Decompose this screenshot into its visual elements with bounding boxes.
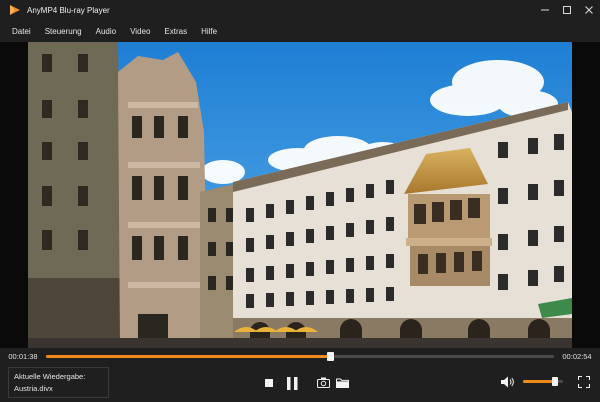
maximize-button[interactable] — [556, 0, 578, 20]
now-playing-file: Austria.divx — [14, 384, 53, 393]
maximize-icon — [563, 6, 571, 14]
volume-button[interactable] — [500, 374, 516, 390]
speaker-icon — [501, 376, 514, 388]
controls-bar: Aktuelle Wiedergabe: Austria.divx — [0, 364, 600, 402]
minimize-icon — [541, 9, 549, 11]
progress-fill — [46, 354, 331, 358]
now-playing-box: Aktuelle Wiedergabe: Austria.divx — [8, 367, 109, 398]
total-time: 00:02:54 — [562, 351, 592, 361]
stop-button[interactable] — [262, 376, 276, 390]
progress-slider[interactable] — [46, 351, 554, 361]
now-playing-label: Aktuelle Wiedergabe: — [14, 372, 86, 381]
menu-hilfe[interactable]: Hilfe — [201, 27, 217, 36]
progress-row: 00:01:38 00:02:54 — [0, 348, 600, 364]
menu-datei[interactable]: Datei — [12, 27, 31, 36]
app-logo-icon — [10, 5, 20, 15]
volume-slider[interactable] — [523, 377, 563, 386]
close-button[interactable] — [578, 0, 600, 20]
menu-bar: Datei Steuerung Audio Video Extras Hilfe — [0, 20, 600, 42]
close-icon — [585, 6, 593, 14]
minimize-button[interactable] — [534, 0, 556, 20]
pause-icon — [286, 376, 297, 390]
window-controls — [534, 0, 600, 20]
camera-icon — [317, 377, 330, 388]
pause-button[interactable] — [284, 374, 300, 392]
fullscreen-button[interactable] — [576, 374, 592, 390]
elapsed-time: 00:01:38 — [8, 351, 38, 361]
folder-icon — [336, 378, 349, 388]
progress-thumb[interactable] — [326, 351, 334, 361]
fullscreen-icon — [578, 376, 590, 388]
window-title: AnyMP4 Blu-ray Player — [27, 5, 110, 15]
menu-audio[interactable]: Audio — [96, 27, 116, 36]
video-area[interactable] — [0, 42, 600, 348]
title-bar: AnyMP4 Blu-ray Player — [0, 0, 600, 20]
menu-extras[interactable]: Extras — [164, 27, 187, 36]
menu-video[interactable]: Video — [130, 27, 150, 36]
video-image — [28, 42, 572, 348]
open-folder-button[interactable] — [335, 375, 350, 390]
stop-icon — [265, 379, 273, 387]
volume-fill — [523, 380, 555, 383]
menu-steuerung[interactable]: Steuerung — [45, 27, 82, 36]
video-frame[interactable] — [28, 42, 572, 348]
snapshot-button[interactable] — [316, 375, 331, 390]
volume-thumb[interactable] — [552, 377, 558, 386]
